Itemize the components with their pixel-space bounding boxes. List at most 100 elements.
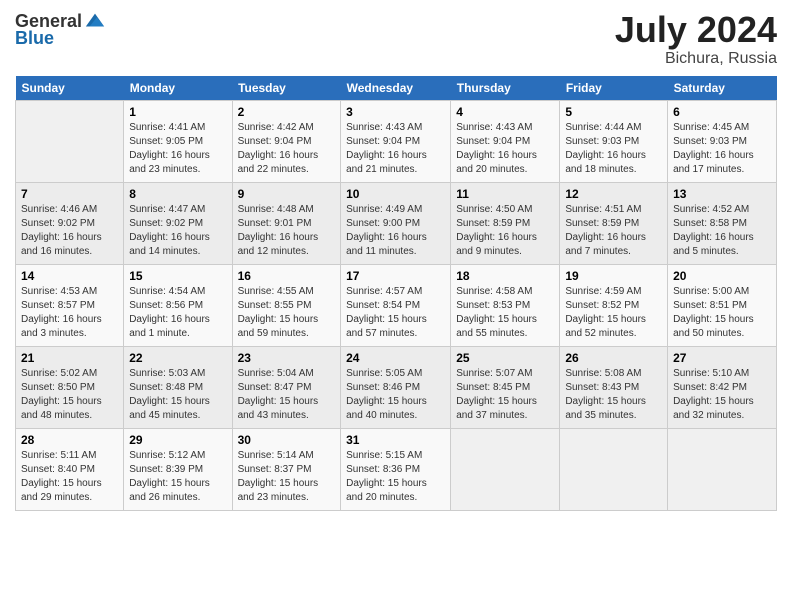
cell-content: Sunrise: 4:57 AMSunset: 8:54 PMDaylight:… [346,285,445,341]
calendar-cell: 28Sunrise: 5:11 AMSunset: 8:40 PMDayligh… [16,428,124,510]
header-row: SundayMondayTuesdayWednesdayThursdayFrid… [16,76,777,101]
logo: General Blue [15,10,106,49]
cell-content: Sunrise: 4:48 AMSunset: 9:01 PMDaylight:… [238,203,336,259]
cell-content: Sunrise: 5:14 AMSunset: 8:37 PMDaylight:… [238,449,336,505]
calendar-cell: 13 Sunrise: 4:52 AMSunset: 8:58 PMDayligh… [668,182,777,264]
cell-content: Sunrise: 5:15 AMSunset: 8:36 PMDaylight:… [346,449,445,505]
day-number: 19 [565,269,662,283]
calendar-cell: 22Sunrise: 5:03 AMSunset: 8:48 PMDayligh… [124,346,232,428]
col-header-wednesday: Wednesday [341,76,451,101]
calendar-cell: 4 Sunrise: 4:43 AMSunset: 9:04 PMDaylight… [451,100,560,182]
calendar-cell: 11 Sunrise: 4:50 AMSunset: 8:59 PMDayligh… [451,182,560,264]
day-number: 10 [346,187,445,201]
calendar-cell: 3 Sunrise: 4:43 AMSunset: 9:04 PMDaylight… [341,100,451,182]
day-number: 8 [129,187,226,201]
day-number: 15 [129,269,226,283]
cell-content: Sunrise: 5:02 AMSunset: 8:50 PMDaylight:… [21,367,118,423]
main-title: July 2024 [615,10,777,50]
calendar-table: SundayMondayTuesdayWednesdayThursdayFrid… [15,76,777,511]
day-number: 17 [346,269,445,283]
day-number: 9 [238,187,336,201]
col-header-tuesday: Tuesday [232,76,341,101]
cell-content: Sunrise: 4:43 AMSunset: 9:04 PMDaylight:… [346,121,445,177]
cell-content: Sunrise: 5:07 AMSunset: 8:45 PMDaylight:… [456,367,554,423]
calendar-cell: 24 Sunrise: 5:05 AMSunset: 8:46 PMDayligh… [341,346,451,428]
cell-content: Sunrise: 4:54 AMSunset: 8:56 PMDaylight:… [129,285,226,341]
day-number: 24 [346,351,445,365]
cell-content: Sunrise: 4:55 AMSunset: 8:55 PMDaylight:… [238,285,336,341]
day-number: 11 [456,187,554,201]
cell-content: Sunrise: 4:47 AMSunset: 9:02 PMDaylight:… [129,203,226,259]
cell-content: Sunrise: 4:58 AMSunset: 8:53 PMDaylight:… [456,285,554,341]
calendar-cell: 21Sunrise: 5:02 AMSunset: 8:50 PMDayligh… [16,346,124,428]
col-header-sunday: Sunday [16,76,124,101]
main-container: General Blue July 2024 Bichura, Russia S… [0,0,792,521]
week-row-3: 14Sunrise: 4:53 AMSunset: 8:57 PMDayligh… [16,264,777,346]
cell-content: Sunrise: 4:43 AMSunset: 9:04 PMDaylight:… [456,121,554,177]
calendar-cell: 14Sunrise: 4:53 AMSunset: 8:57 PMDayligh… [16,264,124,346]
calendar-cell: 19 Sunrise: 4:59 AMSunset: 8:52 PMDayligh… [560,264,668,346]
calendar-cell: 26 Sunrise: 5:08 AMSunset: 8:43 PMDayligh… [560,346,668,428]
calendar-cell: 9 Sunrise: 4:48 AMSunset: 9:01 PMDaylight… [232,182,341,264]
calendar-cell: 20 Sunrise: 5:00 AMSunset: 8:51 PMDayligh… [668,264,777,346]
cell-content: Sunrise: 4:44 AMSunset: 9:03 PMDaylight:… [565,121,662,177]
calendar-cell: 25 Sunrise: 5:07 AMSunset: 8:45 PMDayligh… [451,346,560,428]
cell-content: Sunrise: 5:10 AMSunset: 8:42 PMDaylight:… [673,367,771,423]
cell-content: Sunrise: 5:12 AMSunset: 8:39 PMDaylight:… [129,449,226,505]
cell-content: Sunrise: 4:51 AMSunset: 8:59 PMDaylight:… [565,203,662,259]
day-number: 6 [673,105,771,119]
col-header-saturday: Saturday [668,76,777,101]
cell-content: Sunrise: 4:46 AMSunset: 9:02 PMDaylight:… [21,203,118,259]
header: General Blue July 2024 Bichura, Russia [15,10,777,68]
cell-content: Sunrise: 4:45 AMSunset: 9:03 PMDaylight:… [673,121,771,177]
week-row-5: 28Sunrise: 5:11 AMSunset: 8:40 PMDayligh… [16,428,777,510]
cell-content: Sunrise: 5:08 AMSunset: 8:43 PMDaylight:… [565,367,662,423]
calendar-cell: 23 Sunrise: 5:04 AMSunset: 8:47 PMDayligh… [232,346,341,428]
day-number: 5 [565,105,662,119]
logo-blue: Blue [15,28,54,49]
calendar-cell [451,428,560,510]
logo-icon [84,10,106,32]
day-number: 23 [238,351,336,365]
day-number: 12 [565,187,662,201]
day-number: 25 [456,351,554,365]
day-number: 4 [456,105,554,119]
calendar-cell: 6 Sunrise: 4:45 AMSunset: 9:03 PMDaylight… [668,100,777,182]
col-header-friday: Friday [560,76,668,101]
cell-content: Sunrise: 4:50 AMSunset: 8:59 PMDaylight:… [456,203,554,259]
sub-title: Bichura, Russia [615,50,777,68]
title-block: July 2024 Bichura, Russia [615,10,777,68]
cell-content: Sunrise: 4:42 AMSunset: 9:04 PMDaylight:… [238,121,336,177]
calendar-cell [668,428,777,510]
cell-content: Sunrise: 4:59 AMSunset: 8:52 PMDaylight:… [565,285,662,341]
day-number: 1 [129,105,226,119]
calendar-cell: 1 Sunrise: 4:41 AMSunset: 9:05 PMDaylight… [124,100,232,182]
week-row-4: 21Sunrise: 5:02 AMSunset: 8:50 PMDayligh… [16,346,777,428]
day-number: 13 [673,187,771,201]
cell-content: Sunrise: 5:05 AMSunset: 8:46 PMDaylight:… [346,367,445,423]
calendar-cell: 17 Sunrise: 4:57 AMSunset: 8:54 PMDayligh… [341,264,451,346]
calendar-cell: 8 Sunrise: 4:47 AMSunset: 9:02 PMDaylight… [124,182,232,264]
day-number: 3 [346,105,445,119]
day-number: 20 [673,269,771,283]
col-header-thursday: Thursday [451,76,560,101]
cell-content: Sunrise: 4:41 AMSunset: 9:05 PMDaylight:… [129,121,226,177]
week-row-2: 7Sunrise: 4:46 AMSunset: 9:02 PMDaylight… [16,182,777,264]
cell-content: Sunrise: 5:00 AMSunset: 8:51 PMDaylight:… [673,285,771,341]
day-number: 26 [565,351,662,365]
cell-content: Sunrise: 4:49 AMSunset: 9:00 PMDaylight:… [346,203,445,259]
calendar-cell: 12 Sunrise: 4:51 AMSunset: 8:59 PMDayligh… [560,182,668,264]
cell-content: Sunrise: 5:04 AMSunset: 8:47 PMDaylight:… [238,367,336,423]
cell-content: Sunrise: 5:03 AMSunset: 8:48 PMDaylight:… [129,367,226,423]
day-number: 16 [238,269,336,283]
cell-content: Sunrise: 4:52 AMSunset: 8:58 PMDaylight:… [673,203,771,259]
day-number: 29 [129,433,226,447]
day-number: 30 [238,433,336,447]
calendar-cell: 7Sunrise: 4:46 AMSunset: 9:02 PMDaylight… [16,182,124,264]
calendar-cell: 31Sunrise: 5:15 AMSunset: 8:36 PMDayligh… [341,428,451,510]
day-number: 28 [21,433,118,447]
week-row-1: 1 Sunrise: 4:41 AMSunset: 9:05 PMDaylight… [16,100,777,182]
calendar-cell: 2 Sunrise: 4:42 AMSunset: 9:04 PMDaylight… [232,100,341,182]
col-header-monday: Monday [124,76,232,101]
day-number: 2 [238,105,336,119]
